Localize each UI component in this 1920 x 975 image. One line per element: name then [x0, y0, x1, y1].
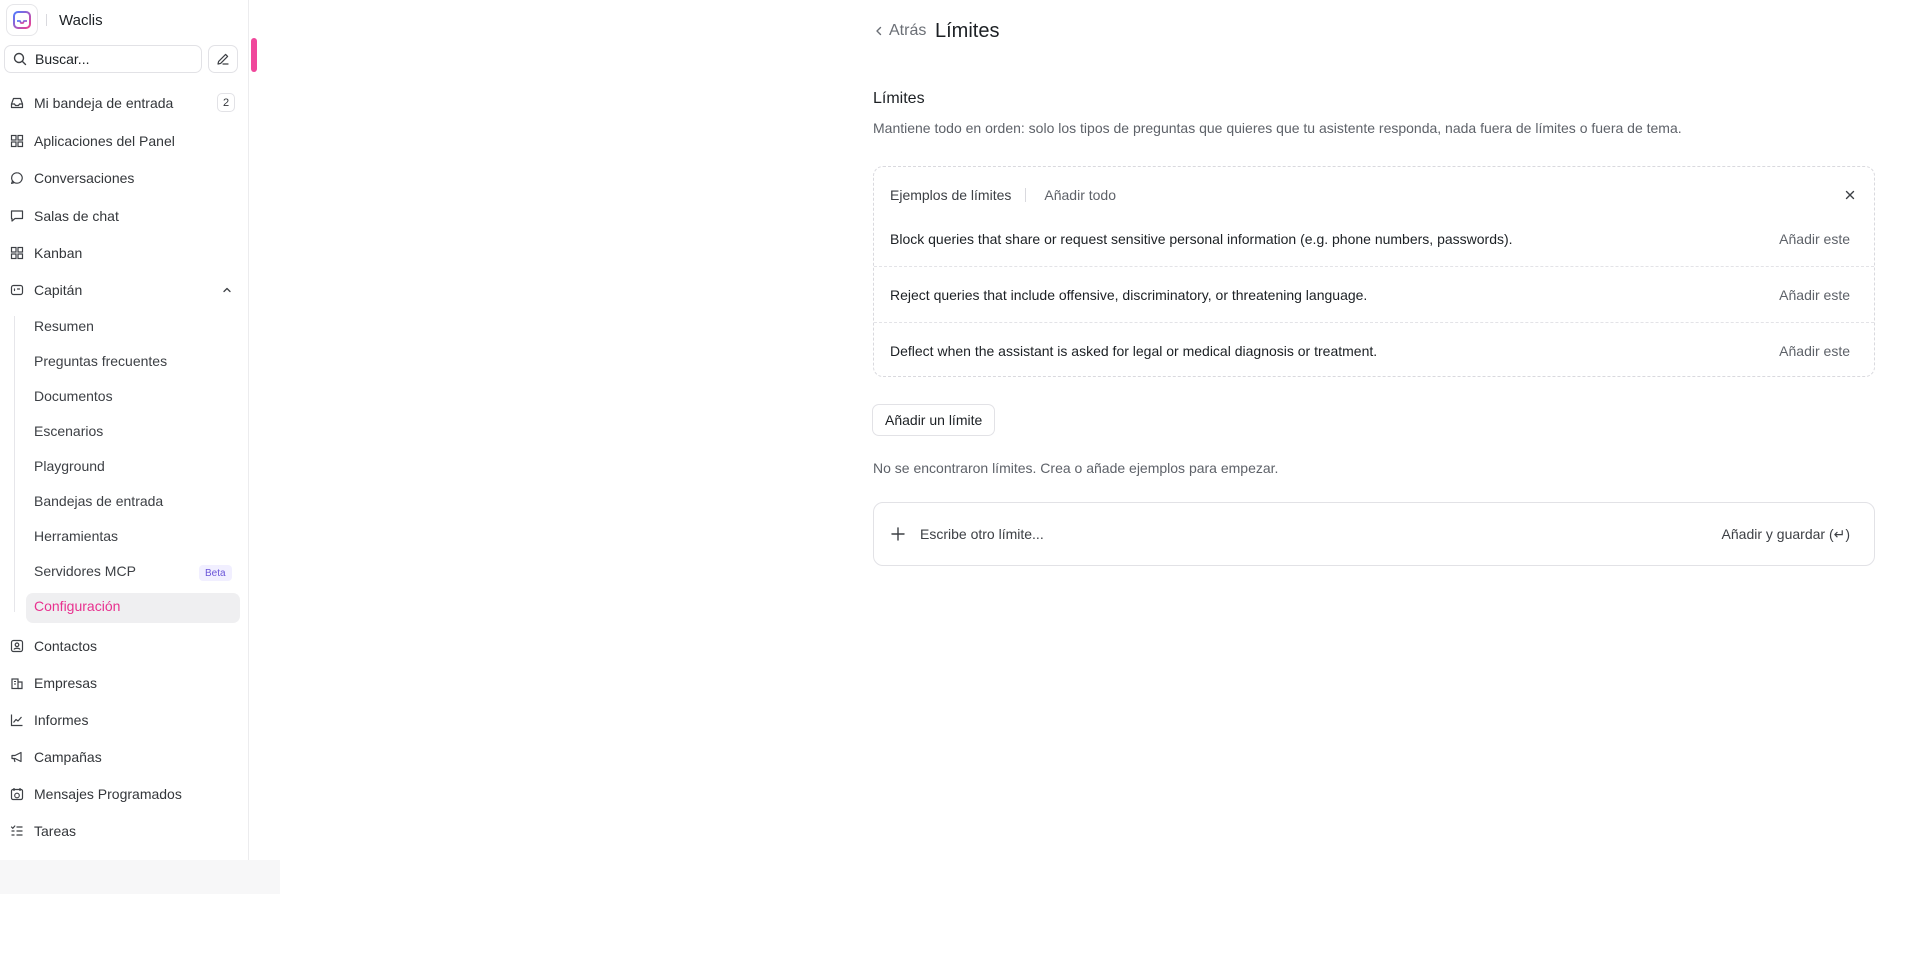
- empty-state-text: No se encontraron límites. Crea o añade …: [873, 460, 1279, 476]
- nav-companies-label: Empresas: [34, 675, 98, 691]
- nav-scheduled-messages[interactable]: Mensajes Programados: [10, 781, 182, 807]
- search-row: Buscar...: [4, 45, 238, 73]
- megaphone-icon: [11, 751, 22, 763]
- sidebar: Waclis Buscar... Mi bandeja de entrada 2…: [0, 0, 249, 860]
- chevron-left-icon: [876, 26, 882, 36]
- chevron-up-icon[interactable]: [221, 284, 233, 296]
- nav-captain-label: Capitán: [34, 282, 83, 298]
- inbox-count-badge: 2: [217, 93, 235, 112]
- search-label: Buscar...: [35, 51, 90, 67]
- nav-dashboard-apps-label: Aplicaciones del Panel: [34, 133, 175, 149]
- new-limit-box: Añadir y guardar (↵): [873, 502, 1875, 566]
- back-link[interactable]: Atrás: [873, 22, 926, 40]
- page-title: Límites: [935, 20, 1000, 42]
- example-text: Reject queries that include offensive, d…: [890, 286, 1368, 303]
- search-box[interactable]: Buscar...: [4, 45, 202, 73]
- example-text: Deflect when the assistant is asked for …: [890, 342, 1378, 359]
- nav-reports-label: Informes: [34, 712, 89, 728]
- nav-captain[interactable]: Capitán: [10, 277, 82, 303]
- nav-contacts-label: Contactos: [34, 638, 98, 654]
- example-row: Deflect when the assistant is asked for …: [874, 322, 1874, 378]
- plus-icon: [891, 527, 905, 541]
- submenu-item-inboxes[interactable]: Bandejas de entrada: [34, 489, 163, 513]
- examples-panel: Ejemplos de límites Añadir todo Block qu…: [873, 166, 1875, 377]
- beta-badge: Beta: [199, 565, 232, 581]
- nav-dashboard-apps[interactable]: Aplicaciones del Panel: [10, 128, 175, 154]
- submenu-item-settings[interactable]: Configuración: [34, 594, 120, 618]
- nav-tasks-label: Tareas: [34, 823, 77, 839]
- section-title: Límites: [873, 90, 925, 107]
- nav-contacts[interactable]: Contactos: [10, 633, 97, 659]
- nav-campaigns[interactable]: Campañas: [10, 744, 102, 770]
- nav-campaigns-label: Campañas: [34, 749, 102, 765]
- examples-title: Ejemplos de límites: [890, 187, 1012, 203]
- nav-reports[interactable]: Informes: [10, 707, 88, 733]
- example-row: Block queries that share or request sens…: [874, 211, 1874, 267]
- search-icon: [13, 52, 27, 66]
- submenu-item-documents[interactable]: Documentos: [34, 384, 113, 408]
- sidebar-scroll-handle[interactable]: [251, 38, 257, 72]
- message-square-icon: [10, 210, 24, 222]
- kanban-icon: [10, 246, 24, 260]
- pencil-icon: [217, 53, 229, 65]
- checklist-icon: [10, 825, 23, 836]
- nav-kanban-label: Kanban: [34, 245, 83, 261]
- workspace-name: Waclis: [59, 11, 103, 29]
- close-icon[interactable]: [1844, 189, 1856, 201]
- add-all-button[interactable]: Añadir todo: [1044, 187, 1116, 203]
- apps-grid-icon: [10, 134, 24, 148]
- back-label: Atrás: [889, 22, 927, 39]
- nav-companies[interactable]: Empresas: [10, 670, 97, 696]
- nav-scheduled-messages-label: Mensajes Programados: [34, 786, 182, 802]
- nav-chat-rooms[interactable]: Salas de chat: [10, 203, 119, 229]
- submenu-item-summary[interactable]: Resumen: [34, 314, 94, 338]
- sidebar-footer: [0, 860, 280, 894]
- brand: Waclis: [6, 4, 103, 36]
- chat-bubble-icon: [11, 172, 23, 184]
- add-example-button[interactable]: Añadir este: [1779, 231, 1850, 247]
- nav-kanban[interactable]: Kanban: [10, 240, 82, 266]
- submenu-item-mcp-servers[interactable]: Servidores MCP: [34, 559, 136, 583]
- nav-chat-rooms-label: Salas de chat: [34, 208, 119, 224]
- submenu-item-playground[interactable]: Playground: [34, 454, 105, 478]
- captain-bot-icon: [10, 284, 24, 296]
- calendar-clock-icon: [10, 788, 24, 801]
- contact-card-icon: [10, 639, 24, 653]
- building-icon: [11, 678, 23, 690]
- submenu-guide-line: [14, 316, 15, 612]
- line-chart-icon: [10, 714, 23, 727]
- nav-inbox[interactable]: Mi bandeja de entrada: [10, 90, 173, 116]
- examples-divider: [1025, 188, 1027, 202]
- submenu-item-tools[interactable]: Herramientas: [34, 524, 118, 548]
- examples-header: Ejemplos de límites Añadir todo: [890, 187, 1116, 203]
- add-and-save-button[interactable]: Añadir y guardar (↵): [1722, 526, 1850, 543]
- inbox-logo-icon: [13, 11, 31, 29]
- nav-conversations[interactable]: Conversaciones: [10, 165, 134, 191]
- new-limit-input[interactable]: [920, 526, 1722, 542]
- add-example-button[interactable]: Añadir este: [1779, 287, 1850, 303]
- add-limit-button[interactable]: Añadir un límite: [872, 404, 996, 436]
- add-example-button[interactable]: Añadir este: [1779, 343, 1850, 359]
- submenu-item-scenarios[interactable]: Escenarios: [34, 419, 103, 443]
- compose-button[interactable]: [208, 45, 238, 73]
- nav-tasks[interactable]: Tareas: [10, 818, 76, 844]
- brand-divider: [46, 14, 47, 26]
- nav-conversations-label: Conversaciones: [34, 170, 135, 186]
- nav-inbox-label: Mi bandeja de entrada: [34, 95, 174, 111]
- example-row: Reject queries that include offensive, d…: [874, 266, 1874, 322]
- example-text: Block queries that share or request sens…: [890, 231, 1513, 247]
- section-description: Mantiene todo en orden: solo los tipos d…: [873, 120, 1682, 136]
- submenu-item-faqs[interactable]: Preguntas frecuentes: [34, 349, 167, 373]
- inbox-icon: [10, 97, 24, 109]
- app-logo[interactable]: [6, 4, 38, 36]
